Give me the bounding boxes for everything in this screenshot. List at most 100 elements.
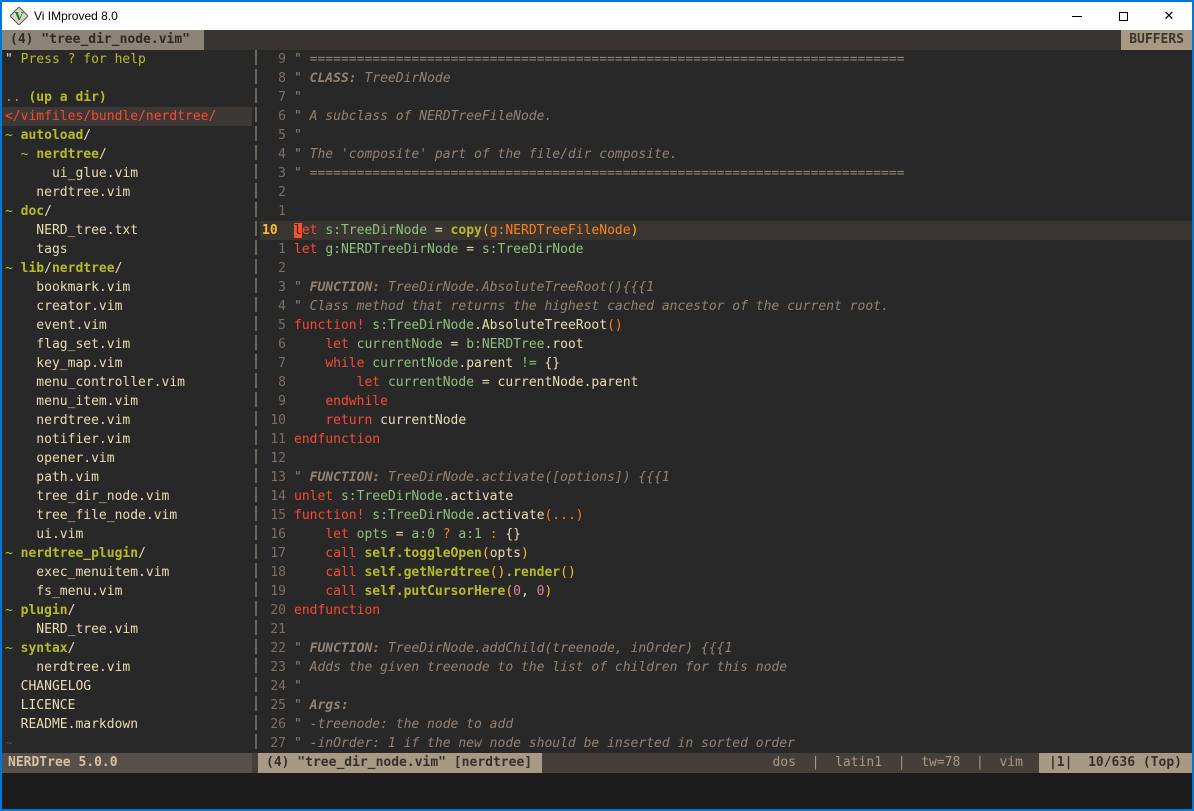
code-line[interactable]: 24"	[260, 677, 1192, 696]
tree-file-fs-menu[interactable]: fs_menu.vim	[2, 582, 252, 601]
code-line[interactable]: 13" FUNCTION: TreeDirNode.activate([opti…	[260, 468, 1192, 487]
code-line[interactable]: 1let g:NERDTreeDirNode = s:TreeDirNode	[260, 240, 1192, 259]
command-line[interactable]	[2, 773, 1192, 809]
text-segment: et	[302, 223, 318, 238]
code-line[interactable]: 21	[260, 620, 1192, 639]
tree-file-menu-controller[interactable]: menu_controller.vim	[2, 373, 252, 392]
tree-file-changelog[interactable]: CHANGELOG	[2, 677, 252, 696]
tree-file-tree-file-node[interactable]: tree_file_node.vim	[2, 506, 252, 525]
tree-file-nerdtree-vim[interactable]: nerdtree.vim	[2, 183, 252, 202]
tree-dir-lib-nerdtree[interactable]: ~ lib/nerdtree/	[2, 259, 252, 278]
close-button[interactable]: ✕	[1146, 2, 1192, 30]
tree-file-path[interactable]: path.vim	[2, 468, 252, 487]
code-line[interactable]: 19 call self.putCursorHere(0, 0)	[260, 582, 1192, 601]
code-line[interactable]: 23" Adds the given treenode to the list …	[260, 658, 1192, 677]
code-line[interactable]: 22" FUNCTION: TreeDirNode.addChild(treen…	[260, 639, 1192, 658]
code-line[interactable]: 2	[260, 259, 1192, 278]
code-line[interactable]: 16 let opts = a:0 ? a:1 : {}	[260, 525, 1192, 544]
text-segment: menu_controller.vim	[5, 375, 185, 390]
code-line[interactable]: 20endfunction	[260, 601, 1192, 620]
code-line[interactable]: 8 let currentNode = currentNode.parent	[260, 373, 1192, 392]
tree-file-notifier[interactable]: notifier.vim	[2, 430, 252, 449]
text-segment: FUNCTION:	[310, 280, 380, 295]
tree-file-creator[interactable]: creator.vim	[2, 297, 252, 316]
tree-file-nerdtree2[interactable]: nerdtree.vim	[2, 411, 252, 430]
line-number: 25	[260, 696, 286, 715]
tree-file-readme[interactable]: README.markdown	[2, 715, 252, 734]
tree-file-nerd-tree-vim[interactable]: NERD_tree.vim	[2, 620, 252, 639]
code-line[interactable]: 18 call self.getNerdtree().render()	[260, 563, 1192, 582]
code-line[interactable]: 4" Class method that returns the highest…	[260, 297, 1192, 316]
code-line[interactable]: 5function! s:TreeDirNode.AbsoluteTreeRoo…	[260, 316, 1192, 335]
code-text: function! s:TreeDirNode.AbsoluteTreeRoot…	[286, 316, 1192, 335]
code-line[interactable]: 9" =====================================…	[260, 50, 1192, 69]
tab-tree-dir-node[interactable]: (4) "tree_dir_node.vim"	[2, 30, 204, 50]
tree-file-licence[interactable]: LICENCE	[2, 696, 252, 715]
code-line[interactable]: 15function! s:TreeDirNode.activate(...)	[260, 506, 1192, 525]
tree-file-ui[interactable]: ui.vim	[2, 525, 252, 544]
tree-dir-autoload-nerdtree[interactable]: ~ nerdtree/	[2, 145, 252, 164]
code-line[interactable]: 25" Args:	[260, 696, 1192, 715]
tree-file-nerd-tree-txt[interactable]: NERD_tree.txt	[2, 221, 252, 240]
code-line[interactable]: 27" -inOrder: 1 if the new node should b…	[260, 734, 1192, 753]
text-segment: copy	[451, 223, 482, 238]
code-line[interactable]: 5"	[260, 126, 1192, 145]
tree-file-tree-dir-node[interactable]: tree_dir_node.vim	[2, 487, 252, 506]
code-panel[interactable]: 9" =====================================…	[260, 50, 1192, 753]
tree-file-event[interactable]: event.vim	[2, 316, 252, 335]
minimize-button[interactable]	[1054, 2, 1100, 30]
tree-file-menu-item[interactable]: menu_item.vim	[2, 392, 252, 411]
code-line[interactable]: 6 let currentNode = b:NERDTree.root	[260, 335, 1192, 354]
code-line[interactable]: 12	[260, 449, 1192, 468]
tree-dir-doc[interactable]: ~ doc/	[2, 202, 252, 221]
code-line[interactable]: 3" =====================================…	[260, 164, 1192, 183]
text-segment: "	[294, 679, 302, 694]
tree-dir-plugin[interactable]: ~ plugin/	[2, 601, 252, 620]
code-text: call self.putCursorHere(0, 0)	[286, 582, 1192, 601]
code-line[interactable]: 11endfunction	[260, 430, 1192, 449]
filler-tilde: ~	[2, 734, 252, 753]
code-line[interactable]: 4" The 'composite' part of the file/dir …	[260, 145, 1192, 164]
code-line[interactable]: 3" FUNCTION: TreeDirNode.AbsoluteTreeRoo…	[260, 278, 1192, 297]
tree-file-nerdtree3[interactable]: nerdtree.vim	[2, 658, 252, 677]
code-line[interactable]: 26" -treenode: the node to add	[260, 715, 1192, 734]
text-segment: (	[482, 223, 490, 238]
vim-window: V Vi IMproved 8.0 ✕ (4) "tree_dir_node.v…	[0, 0, 1194, 811]
code-line[interactable]: 7 while currentNode.parent != {}	[260, 354, 1192, 373]
code-line[interactable]: 8" CLASS: TreeDirNode	[260, 69, 1192, 88]
code-text: call self.toggleOpen(opts)	[286, 544, 1192, 563]
text-segment: s:TreeDirNode	[372, 318, 474, 333]
tree-dir-syntax[interactable]: ~ syntax/	[2, 639, 252, 658]
tree-file-exec-menuitem[interactable]: exec_menuitem.vim	[2, 563, 252, 582]
code-line[interactable]: 1	[260, 202, 1192, 221]
code-line[interactable]: 10 return currentNode	[260, 411, 1192, 430]
code-line[interactable]: 6" A subclass of NERDTreeFileNode.	[260, 107, 1192, 126]
tree-file-ui-glue[interactable]: ui_glue.vim	[2, 164, 252, 183]
code-line[interactable]: 7"	[260, 88, 1192, 107]
tree-dir-autoload[interactable]: ~ autoload/	[2, 126, 252, 145]
tree-blank[interactable]	[2, 69, 252, 88]
tree-dir-nerdtree-plugin[interactable]: ~ nerdtree_plugin/	[2, 544, 252, 563]
code-line[interactable]: 10let s:TreeDirNode = copy(g:NERDTreeFil…	[260, 221, 1192, 240]
window-separator[interactable]	[252, 50, 260, 753]
maximize-button[interactable]	[1100, 2, 1146, 30]
code-text	[286, 259, 1192, 278]
text-segment: NERD_tree.vim	[5, 622, 138, 637]
line-number: 5	[260, 316, 286, 335]
text-segment: g:NERDTreeDirNode	[325, 242, 458, 257]
text-segment: FUNCTION:	[310, 470, 380, 485]
tree-help-line[interactable]: " Press ? for help	[2, 50, 252, 69]
code-line[interactable]: 2	[260, 183, 1192, 202]
code-line[interactable]: 9 endwhile	[260, 392, 1192, 411]
tree-file-tags[interactable]: tags	[2, 240, 252, 259]
code-line[interactable]: 17 call self.toggleOpen(opts)	[260, 544, 1192, 563]
tree-file-flag-set[interactable]: flag_set.vim	[2, 335, 252, 354]
tree-file-bookmark[interactable]: bookmark.vim	[2, 278, 252, 297]
tree-up-a-dir[interactable]: .. (up a dir)	[2, 88, 252, 107]
tree-file-opener[interactable]: opener.vim	[2, 449, 252, 468]
text-segment: tree_dir_node.vim	[5, 489, 169, 504]
code-line[interactable]: 14unlet s:TreeDirNode.activate	[260, 487, 1192, 506]
tree-root[interactable]: </vimfiles/bundle/nerdtree/	[2, 107, 252, 126]
cursor-block: l	[294, 223, 302, 238]
tree-file-key-map[interactable]: key_map.vim	[2, 354, 252, 373]
